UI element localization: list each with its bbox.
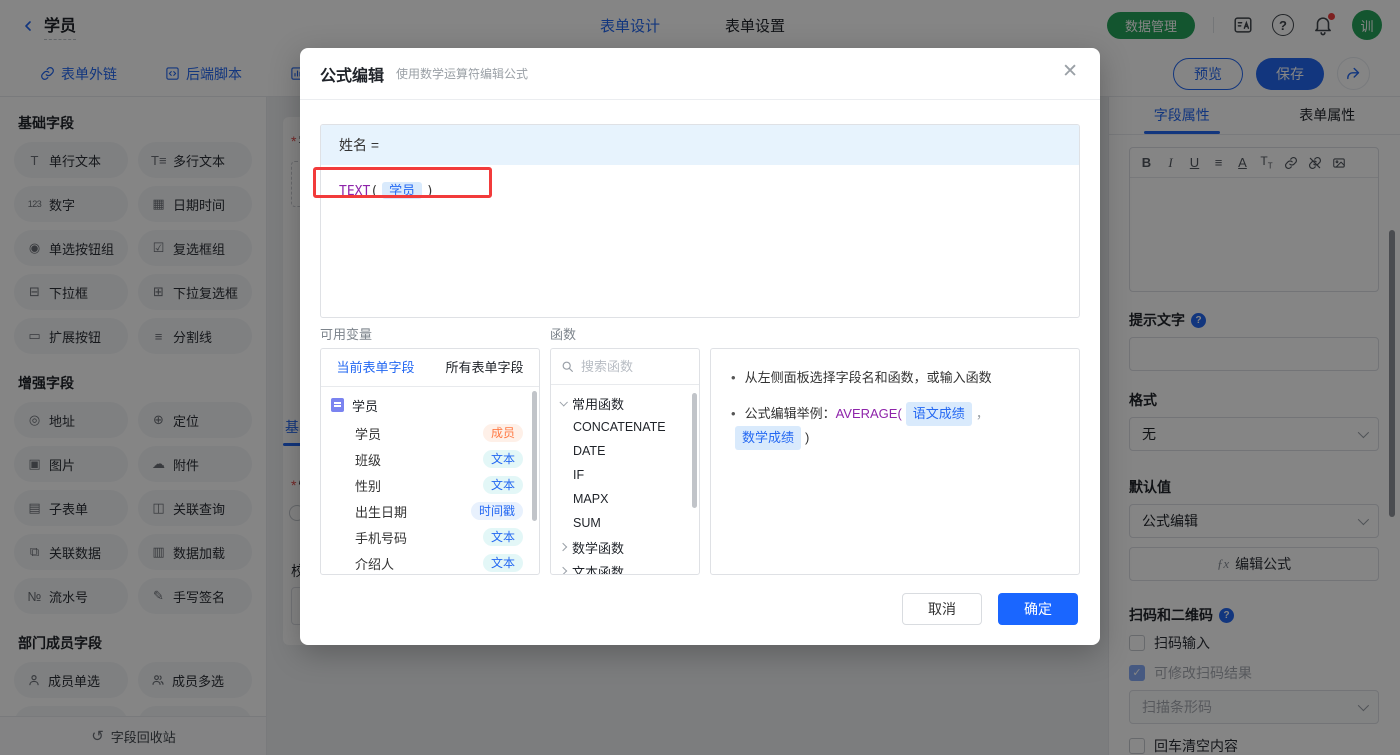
chevron-collapsed-icon (558, 566, 568, 574)
tab-all-form-fields[interactable]: 所有表单字段 (430, 349, 539, 386)
modal-header: 公式编辑 使用数学运算符编辑公式 (300, 48, 1100, 100)
variables-tree-root[interactable]: 学员 (321, 390, 539, 420)
field-chip[interactable]: 学员 (382, 182, 423, 199)
search-icon (562, 361, 573, 372)
tab-current-form-fields[interactable]: 当前表单字段 (321, 349, 430, 386)
functions-label: 函数 (550, 327, 577, 342)
confirm-button[interactable]: 确定 (998, 593, 1078, 625)
functions-scrollbar[interactable] (692, 393, 697, 508)
modal-subtitle: 使用数学运算符编辑公式 (396, 67, 529, 81)
function-item[interactable]: SUM (551, 511, 699, 535)
function-search-input[interactable] (581, 359, 681, 374)
modal-title: 公式编辑 (320, 67, 385, 85)
variable-row[interactable]: 介绍人 文本 (321, 550, 539, 574)
chevron-expanded-icon (559, 398, 568, 407)
variable-row[interactable]: 出生日期 时间戳 (321, 498, 539, 524)
variables-panel: 当前表单字段 所有表单字段 学员 学员 成员 班级 文本 性别 文本 出生日期 时间戳 … (320, 348, 540, 575)
function-search (551, 349, 699, 385)
function-item[interactable]: CONCATENATE (551, 415, 699, 439)
formula-expression[interactable]: TEXT(学员) (321, 165, 1079, 214)
help-line-1: • 从左侧面板选择字段名和函数，或输入函数 (731, 370, 992, 385)
function-item[interactable]: IF (551, 463, 699, 487)
form-doc-icon (331, 398, 344, 412)
variable-row[interactable]: 班级 文本 (321, 446, 539, 472)
variable-row[interactable]: 学员 成员 (321, 420, 539, 446)
function-group-math[interactable]: 数学函数 (551, 535, 699, 559)
variable-row[interactable]: 手机号码 文本 (321, 524, 539, 550)
type-badge: 文本 (482, 528, 523, 546)
functions-panel: 常用函数 CONCATENATE DATE IF MAPX SUM 数学函数 文… (550, 348, 700, 575)
example-chip: 语文成绩 (905, 402, 972, 426)
function-group-common[interactable]: 常用函数 (551, 391, 699, 415)
formula-editor: 姓名 = TEXT(学员) (320, 124, 1080, 318)
formula-target: 姓名 = (321, 125, 1079, 165)
example-chip: 数学成绩 (735, 426, 802, 450)
variables-scrollbar[interactable] (532, 391, 537, 521)
type-badge: 成员 (482, 424, 523, 442)
variables-label: 可用变量 (320, 327, 373, 342)
example-function: AVERAGE( (835, 406, 902, 421)
function-group-text[interactable]: 文本函数 (551, 559, 699, 574)
type-badge: 文本 (482, 554, 523, 572)
help-line-2: • 公式编辑举例： AVERAGE(语文成绩，数学成绩) (731, 402, 1059, 450)
formula-function: TEXT (339, 184, 371, 199)
close-icon[interactable]: ✕ (1062, 62, 1078, 81)
variable-row[interactable]: 性别 文本 (321, 472, 539, 498)
function-item[interactable]: MAPX (551, 487, 699, 511)
type-badge: 时间戳 (470, 502, 523, 520)
app-screen: 学员 表单设计 表单设置 数据管理 ? 训 表单外链 后端脚本 预览 保存 基础… (0, 0, 1400, 755)
type-badge: 文本 (482, 450, 523, 468)
formula-editor-modal: 公式编辑 使用数学运算符编辑公式 ✕ 姓名 = TEXT(学员) 可用变量 当前… (300, 48, 1100, 645)
cancel-button[interactable]: 取消 (902, 593, 982, 625)
function-item[interactable]: DATE (551, 439, 699, 463)
formula-help-panel: • 从左侧面板选择字段名和函数，或输入函数 • 公式编辑举例： AVERAGE(语… (710, 348, 1080, 575)
type-badge: 文本 (482, 476, 523, 494)
chevron-collapsed-icon (558, 542, 568, 552)
